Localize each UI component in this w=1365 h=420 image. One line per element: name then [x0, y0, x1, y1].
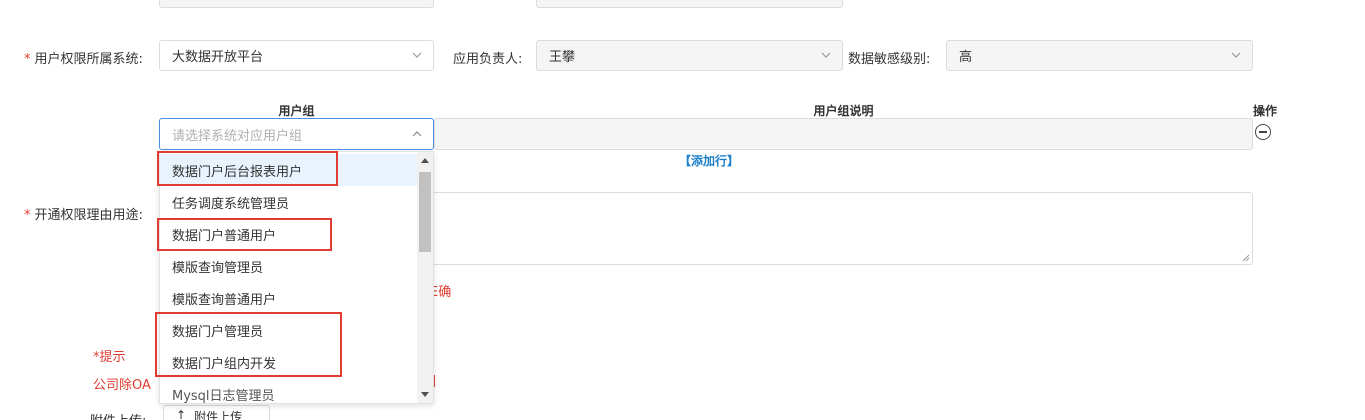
reason-label: * 开通权限理由用途:	[24, 204, 143, 223]
annotation-box-1	[157, 151, 338, 186]
chevron-down-icon	[412, 50, 422, 59]
upload-button-label: 附件上传	[194, 410, 243, 420]
remove-row-icon[interactable]	[1255, 124, 1271, 140]
upload-button[interactable]: ↑ 附件上传	[163, 405, 270, 420]
user-group-placeholder: 请选择系统对应用户组	[172, 128, 303, 144]
col-header-desc: 用户组说明	[813, 104, 874, 118]
annotation-box-2	[157, 218, 332, 251]
top-input-right[interactable]	[536, 0, 843, 8]
system-label: * 用户权限所属系统:	[24, 48, 143, 67]
user-group-desc-input[interactable]	[434, 118, 1253, 150]
annotation-box-3	[155, 312, 342, 377]
sensitivity-label: 数据敏感级别:	[848, 52, 931, 67]
upload-label: 附件上传:	[90, 410, 146, 420]
dropdown-scrollbar[interactable]	[417, 152, 433, 403]
scroll-up-icon[interactable]	[421, 158, 429, 163]
owner-select-value: 王攀	[549, 50, 576, 65]
chevron-up-icon	[412, 129, 422, 138]
sensitivity-select-value: 高	[959, 50, 973, 65]
chevron-down-icon	[1231, 50, 1241, 59]
scroll-down-icon[interactable]	[421, 392, 429, 397]
col-header-action: 操作	[1252, 104, 1277, 118]
user-group-select[interactable]: 请选择系统对应用户组	[159, 118, 434, 150]
scroll-thumb[interactable]	[419, 172, 431, 252]
hint-line-left: 公司除OA	[93, 378, 151, 393]
hint-title: *提示	[93, 350, 126, 365]
reason-label-text: 开通权限理由用途:	[34, 208, 143, 223]
system-select[interactable]: 大数据开放平台	[159, 40, 434, 71]
chevron-down-icon	[821, 50, 831, 59]
dropdown-item[interactable]: 模版查询普通用户	[160, 282, 417, 314]
system-label-text: 用户权限所属系统:	[34, 52, 143, 67]
system-select-value: 大数据开放平台	[172, 50, 264, 65]
required-mark: *	[24, 52, 31, 67]
col-header-group: 用户组	[278, 104, 315, 118]
add-row-link[interactable]: 【添加行】	[679, 152, 739, 169]
upload-icon: ↑	[176, 408, 187, 420]
owner-select[interactable]: 王攀	[536, 40, 843, 71]
resize-grip-icon[interactable]	[1242, 254, 1250, 262]
owner-label: 应用负责人:	[453, 52, 523, 67]
dropdown-item[interactable]: 任务调度系统管理员	[160, 186, 417, 218]
dropdown-item[interactable]: 模版查询管理员	[160, 250, 417, 282]
top-input-left[interactable]	[159, 0, 434, 8]
dropdown-item[interactable]: Mysql日志管理员	[160, 378, 417, 404]
required-mark: *	[24, 208, 31, 223]
sensitivity-select[interactable]: 高	[946, 40, 1253, 71]
